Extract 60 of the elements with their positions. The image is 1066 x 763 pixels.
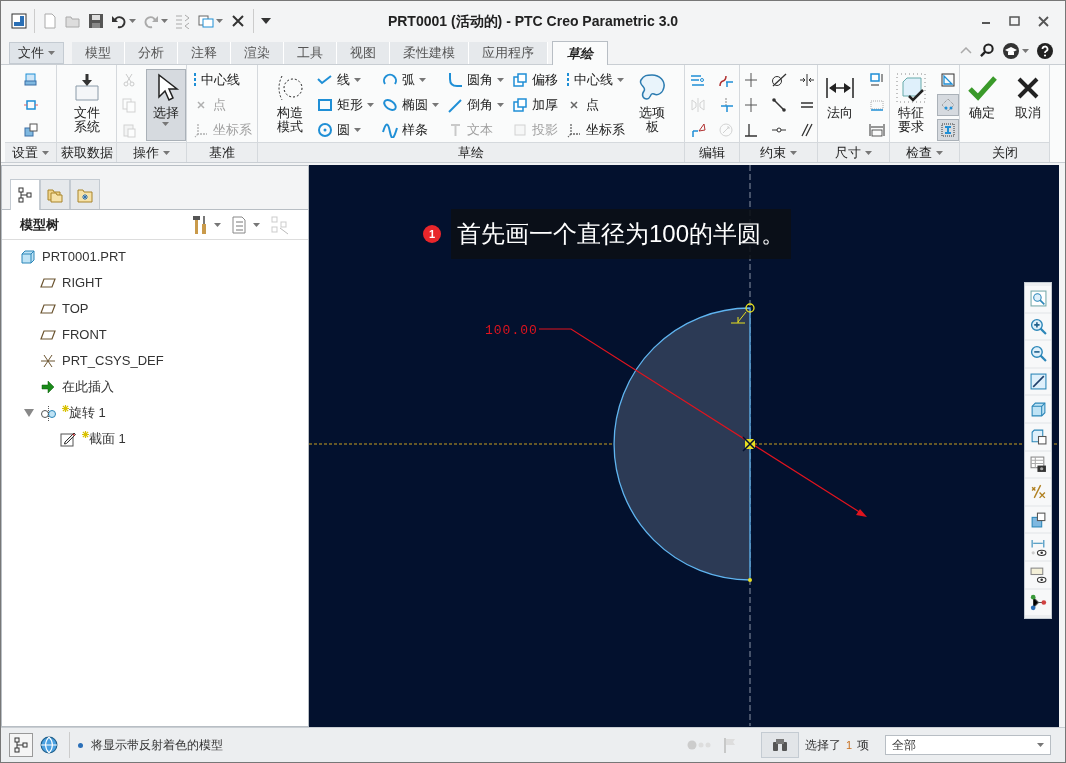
filter-dropdown[interactable]: 全部 [885, 735, 1051, 755]
tool-button[interactable]: 椭圆 [381, 94, 440, 116]
tool-button[interactable]: 特征要求 [890, 69, 931, 141]
ribbon-tab[interactable]: 工具 [284, 42, 337, 64]
file-menu-button[interactable]: 文件 [9, 42, 64, 64]
step-badge: 1 [423, 225, 441, 243]
tree-item[interactable]: 在此插入 [62, 377, 114, 397]
group-menu-button[interactable]: 操作 [117, 142, 186, 162]
tool-button[interactable]: 确定 [961, 69, 1002, 141]
tool-button[interactable]: 矩形 [316, 94, 375, 116]
tool-button[interactable]: 加厚 [511, 94, 559, 116]
tool-button[interactable]: 偏移 [511, 69, 559, 91]
tool-button[interactable]: 中心线 [565, 69, 626, 91]
group-menu-button[interactable]: 设置 [5, 142, 56, 162]
tool-button[interactable]: 文件系统 [66, 69, 107, 141]
tool-button[interactable]: 圆 [316, 119, 375, 141]
ribbon-tab[interactable]: 应用程序 [469, 42, 548, 64]
tree-item[interactable]: RIGHT [62, 273, 103, 293]
tool-button[interactable]: 构造模式 [270, 69, 310, 141]
tool-button[interactable]: 样条 [381, 119, 440, 141]
ribbon-tab[interactable]: 视图 [337, 42, 390, 64]
group-label: 获取数据 [60, 143, 113, 162]
group-menu-button[interactable]: 尺寸 [818, 142, 889, 162]
ribbon-tab[interactable]: 模型 [72, 42, 125, 64]
window-title: PRT0001 (活动的) - PTC Creo Parametric 3.0 [387, 13, 679, 29]
dimension-value: 100.00 [485, 322, 538, 340]
tool-button[interactable]: 中心线 [191, 69, 253, 91]
selection-unit: 项 [857, 737, 869, 754]
tree-item[interactable]: PRT0001.PRT [42, 247, 127, 267]
tool-button[interactable]: 线 [316, 69, 375, 91]
ribbon-tab[interactable]: 注释 [178, 42, 231, 64]
tree-item[interactable]: TOP [62, 299, 89, 319]
tree-item[interactable]: PRT_CSYS_DEF [62, 351, 164, 371]
tool-button[interactable]: 坐标系 [565, 119, 626, 141]
tool-button[interactable]: 法向 [819, 69, 860, 141]
panel-title: 模型树 [20, 215, 59, 234]
ribbon-tab[interactable]: 草绘 [552, 41, 608, 65]
selection-label: 选择了 [804, 737, 841, 754]
ribbon-tab[interactable]: 渲染 [231, 42, 284, 64]
tree-item[interactable]: 截面 1 [89, 429, 126, 449]
tree-item[interactable]: FRONT [62, 325, 107, 345]
group-label: 关闭 [991, 143, 1018, 162]
tool-button[interactable]: 取消 [1007, 69, 1048, 141]
tree-item[interactable]: 旋转 1 [69, 403, 106, 423]
tool-button[interactable]: 选项板 [632, 69, 672, 141]
group-menu-button[interactable]: 约束 [740, 142, 817, 162]
tool-button[interactable]: 点 [565, 94, 626, 116]
annotation-text: 首先画一个直径为100的半圆。 [451, 209, 792, 259]
status-message: 将显示带反射着色的模型 [91, 737, 223, 754]
group-label: 草绘 [458, 143, 484, 162]
tool-button[interactable]: 倒角 [446, 94, 505, 116]
group-label: 基准 [209, 143, 235, 162]
ribbon-tab[interactable]: 柔性建模 [390, 42, 469, 64]
selection-count: 1 [845, 737, 852, 753]
tool-button[interactable]: 弧 [381, 69, 440, 91]
group-label: 编辑 [699, 143, 725, 162]
ribbon-tab[interactable]: 分析 [125, 42, 178, 64]
tool-button[interactable]: 圆角 [446, 69, 505, 91]
tool-button[interactable]: 选择 [145, 69, 186, 141]
group-menu-button[interactable]: 检查 [890, 142, 959, 162]
